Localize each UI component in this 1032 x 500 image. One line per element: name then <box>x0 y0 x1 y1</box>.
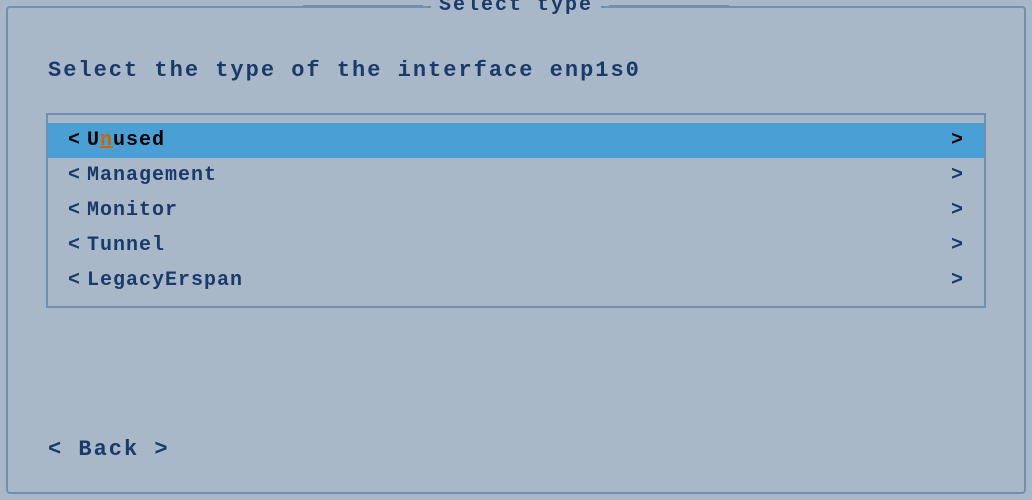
main-window: Select type Select the type of the inter… <box>6 6 1026 494</box>
title-bar: Select type <box>303 0 729 17</box>
list-item-unused[interactable]: < Unused > <box>48 123 984 158</box>
chevron-right-icon: > <box>951 164 964 187</box>
list-item-legacyerspan[interactable]: < LegacyErspan > <box>48 263 984 298</box>
list-item-monitor[interactable]: < Monitor > <box>48 193 984 228</box>
item-label-legacyerspan: LegacyErspan <box>87 269 243 292</box>
type-list: < Unused > < Management > < Monitor > < <box>46 113 986 308</box>
list-item-left: < Unused <box>68 129 165 152</box>
chevron-right-icon: > <box>951 199 964 222</box>
item-label-unused: Unused <box>87 129 165 152</box>
chevron-left-icon: < <box>68 269 81 292</box>
item-label-management: Management <box>87 164 217 187</box>
list-item-left: < Monitor <box>68 199 178 222</box>
chevron-left-icon: < <box>68 129 81 152</box>
subtitle-text: Select the type of the interface enp1s0 <box>48 58 641 83</box>
underline-char: n <box>100 129 113 152</box>
list-item-left: < Tunnel <box>68 234 165 257</box>
list-item-left: < LegacyErspan <box>68 269 243 292</box>
chevron-right-icon: > <box>951 269 964 292</box>
window-title: Select type <box>431 0 601 17</box>
list-item-left: < Management <box>68 164 217 187</box>
list-item-tunnel[interactable]: < Tunnel > <box>48 228 984 263</box>
item-label-monitor: Monitor <box>87 199 178 222</box>
back-button[interactable]: < Back > <box>48 437 170 462</box>
item-label-tunnel: Tunnel <box>87 234 165 257</box>
chevron-left-icon: < <box>68 234 81 257</box>
chevron-left-icon: < <box>68 199 81 222</box>
chevron-right-icon: > <box>951 234 964 257</box>
list-item-management[interactable]: < Management > <box>48 158 984 193</box>
chevron-left-icon: < <box>68 164 81 187</box>
chevron-right-icon: > <box>951 129 964 152</box>
